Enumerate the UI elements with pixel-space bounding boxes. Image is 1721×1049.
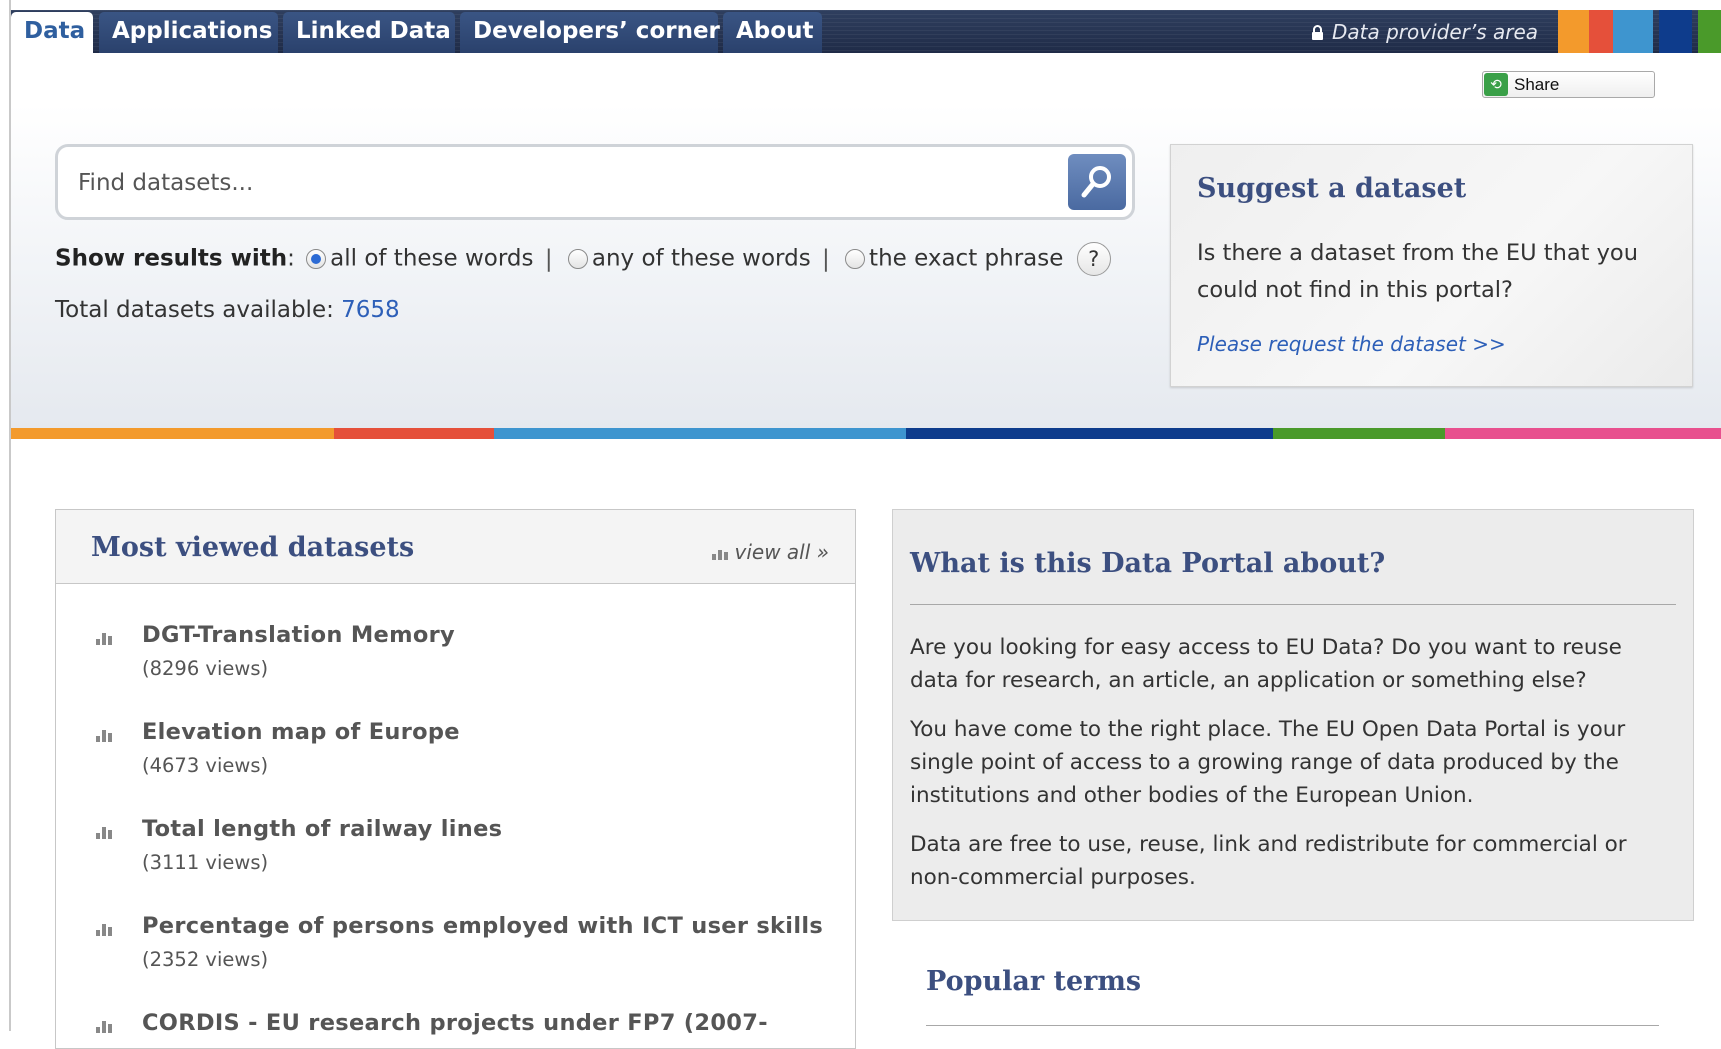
radio-any-words[interactable] [567, 248, 588, 269]
popular-terms-title: Popular terms [926, 966, 1142, 997]
dataset-link[interactable]: Total length of railway lines [142, 816, 502, 842]
tab-about[interactable]: About [723, 12, 822, 53]
dataset-views: (8296 views) [142, 657, 269, 680]
colorbar-blue [494, 428, 906, 439]
color-divider-bar [11, 428, 1721, 439]
help-icon[interactable]: ? [1076, 242, 1111, 276]
most-viewed-header: Most viewed datasets view all » [56, 510, 855, 584]
separator: | [544, 245, 553, 272]
bar-chart-icon [711, 546, 729, 560]
search-button[interactable] [1068, 154, 1126, 210]
bar-chart-icon [96, 825, 113, 839]
search-options-label: Show results with [55, 245, 288, 272]
most-viewed-panel: Most viewed datasets view all » DGT-Tran… [55, 509, 856, 1049]
share-icon: ⟲ [1484, 73, 1508, 96]
total-datasets: Total datasets available: 7658 [55, 297, 400, 323]
separator: | [821, 245, 830, 272]
colorbar-pink [1445, 428, 1721, 439]
tab-data[interactable]: Data [11, 12, 93, 53]
portal-about-paragraph: You have come to the right place. The EU… [910, 717, 1626, 808]
dataset-views: (4673 views) [142, 754, 269, 777]
tab-linked-data[interactable]: Linked Data [283, 12, 455, 53]
divider [926, 1025, 1659, 1026]
dataset-link[interactable]: DGT-Translation Memory [142, 622, 455, 648]
dataset-link[interactable]: CORDIS - EU research projects under FP7 … [142, 1010, 768, 1036]
color-stripe-navy [1659, 10, 1692, 53]
total-datasets-label: Total datasets available: [55, 297, 334, 323]
option-all-words-label[interactable]: all of these words [330, 246, 533, 272]
view-all-label: view all » [734, 540, 829, 564]
color-stripe-blue [1613, 10, 1653, 53]
option-exact-phrase-label[interactable]: the exact phrase [869, 246, 1063, 272]
data-provider-area-link[interactable]: Data provider’s area [1311, 20, 1538, 46]
tab-developers-corner[interactable]: Developers’ corner [460, 12, 720, 53]
lock-icon [1311, 22, 1324, 46]
colorbar-red [334, 428, 494, 439]
colorbar-green [1273, 428, 1445, 439]
suggest-dataset-title: Suggest a dataset [1197, 173, 1467, 204]
color-stripe-orange [1558, 10, 1589, 53]
search-box [55, 144, 1135, 220]
suggest-dataset-text: Is there a dataset from the EU that you … [1197, 240, 1638, 303]
option-any-words-label[interactable]: any of these words [592, 246, 811, 272]
tab-applications[interactable]: Applications [99, 12, 278, 53]
data-provider-area-label: Data provider’s area [1332, 20, 1539, 44]
request-dataset-link[interactable]: Please request the dataset >> [1197, 332, 1506, 356]
top-navigation: Data Applications Linked Data Developers… [11, 10, 1721, 53]
portal-about-paragraph: Data are free to use, reuse, link and re… [910, 832, 1627, 890]
bar-chart-icon [96, 922, 113, 936]
portal-about-title: What is this Data Portal about? [910, 548, 1386, 579]
bar-chart-icon [96, 631, 113, 645]
search-input[interactable] [76, 147, 1040, 219]
radio-exact-phrase[interactable] [845, 248, 866, 269]
share-label: Share [1514, 75, 1560, 94]
suggest-dataset-panel: Suggest a dataset Is there a dataset fro… [1170, 144, 1693, 387]
colorbar-orange [11, 428, 334, 439]
bar-chart-icon [96, 728, 113, 742]
color-stripe-green [1698, 10, 1721, 53]
colorbar-navy [906, 428, 1273, 439]
dataset-link[interactable]: Elevation map of Europe [142, 719, 460, 745]
color-stripe-red [1589, 10, 1613, 53]
portal-about-panel: What is this Data Portal about? Are you … [892, 509, 1694, 921]
search-options-colon: : [287, 245, 295, 272]
share-button[interactable]: ⟲ Share [1482, 71, 1655, 98]
most-viewed-title: Most viewed datasets [91, 532, 415, 563]
search-icon [1081, 166, 1111, 198]
total-datasets-count[interactable]: 7658 [341, 297, 400, 323]
search-options: Show results with: all of these words | … [55, 242, 1111, 276]
radio-all-words[interactable] [306, 248, 327, 269]
portal-about-paragraph: Are you looking for easy access to EU Da… [910, 635, 1622, 693]
view-all-link[interactable]: view all » [711, 540, 829, 564]
dataset-views: (3111 views) [142, 851, 269, 874]
divider [910, 604, 1676, 605]
dataset-link[interactable]: Percentage of persons employed with ICT … [142, 913, 823, 939]
dataset-views: (2352 views) [142, 948, 269, 971]
